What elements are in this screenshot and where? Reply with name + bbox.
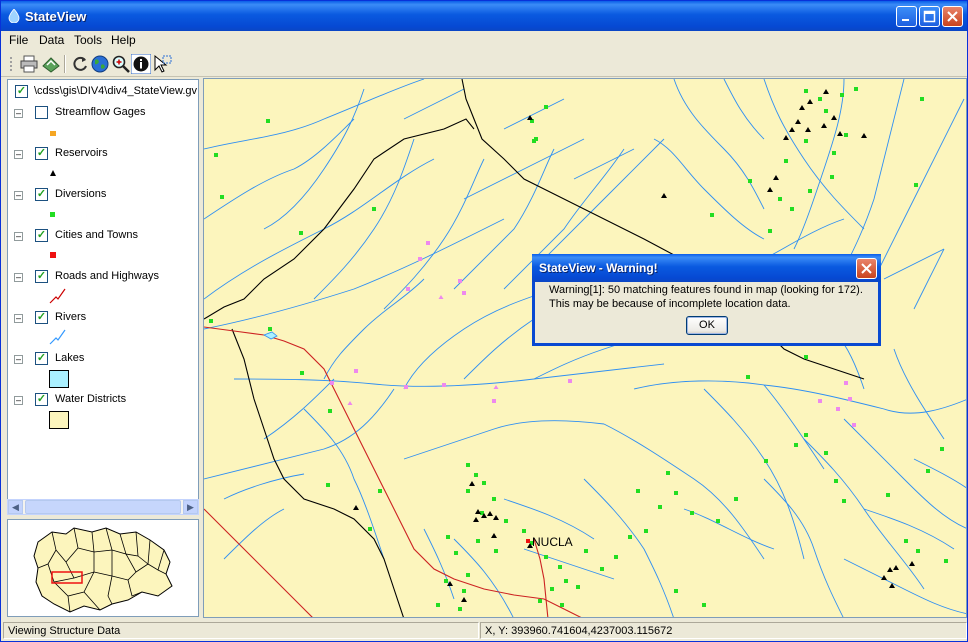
layer-reservoirs[interactable]: – ✓ Reservoirs [8,146,198,162]
scroll-thumb[interactable] [25,500,181,514]
select-icon[interactable] [152,54,172,74]
collapse-toggle[interactable]: – [14,273,23,282]
maximize-button[interactable] [919,6,940,27]
river-symbol [49,329,66,345]
status-bar: Viewing Structure Data X, Y: 393960.7416… [1,620,967,641]
menu-file[interactable]: File [9,33,28,47]
scroll-right-button[interactable]: ▶ [183,500,198,514]
reservoir-symbol [50,170,56,176]
collapse-toggle[interactable]: – [14,109,23,118]
status-message: Viewing Structure Data [3,622,479,639]
layer-label: Diversions [55,188,107,200]
maximize-icon [923,10,936,23]
root-path: \cdss\gis\DIV4\div4_StateView.gv [34,85,198,97]
export-icon[interactable] [41,54,61,74]
window-title: StateView [25,9,87,24]
legend-scrollbar[interactable]: ◀ ▶ [7,499,199,515]
layer-rivers[interactable]: – ✓ Rivers [8,310,198,326]
close-button[interactable] [942,6,963,27]
collapse-toggle[interactable]: – [14,396,23,405]
layer-checkbox[interactable]: ✓ [35,229,48,242]
toolbar [1,51,967,77]
road-symbol [49,288,66,304]
close-icon [861,263,872,274]
ok-button[interactable]: OK [686,316,728,335]
dialog-close-button[interactable] [856,258,877,279]
diversion-points [209,87,948,611]
overview-map[interactable] [7,519,199,617]
layer-label: Roads and Highways [55,270,159,282]
layer-checkbox[interactable]: ✓ [35,393,48,406]
menu-data[interactable]: Data [39,33,64,47]
scroll-left-button[interactable]: ◀ [8,500,23,514]
layer-checkbox[interactable]: ✓ [35,147,48,160]
coordinate-readout: X, Y: 393960.741604,4237003.115672 [480,622,967,639]
legend-root[interactable]: ✓ \cdss\gis\DIV4\div4_StateView.gv [8,84,198,100]
zoom-icon[interactable] [111,54,131,74]
roads-layer [204,326,582,617]
menu-help[interactable]: Help [111,33,136,47]
globe-icon[interactable] [90,54,110,74]
title-bar[interactable]: StateView [1,1,967,31]
river-network [204,79,966,617]
layer-lakes[interactable]: – ✓ Lakes [8,351,198,367]
layer-label: Cities and Towns [55,229,138,241]
layer-label: Reservoirs [55,147,108,159]
dialog-title: StateView - Warning! [539,261,658,275]
info-icon[interactable] [131,54,151,74]
legend-panel: ✓ \cdss\gis\DIV4\div4_StateView.gv – Str… [7,79,199,515]
collapse-toggle[interactable]: – [14,191,23,200]
menu-bar: File Data Tools Help [1,31,967,50]
diversion-symbol [50,212,55,217]
town-label: NUCLA [532,535,573,549]
minimize-icon [902,19,909,21]
layer-water-districts[interactable]: – ✓ Water Districts [8,392,198,408]
collapse-toggle[interactable]: – [14,355,23,364]
print-icon[interactable] [19,54,39,74]
lake-symbol [49,370,69,388]
app-window: StateView File Data Tools Help ✓ \cdss\g… [0,0,968,642]
streamflow-gage-symbol [50,131,56,136]
minimize-button[interactable] [896,6,917,27]
toolbar-grip [10,57,12,71]
map-canvas[interactable]: NUCLA [204,79,967,618]
water-district-symbol [49,411,69,429]
layer-checkbox[interactable]: ✓ [35,188,48,201]
close-icon [947,11,958,22]
warning-dialog: StateView - Warning! Warning[1]: 50 matc… [532,254,881,346]
collapse-toggle[interactable]: – [14,232,23,241]
layer-diversions[interactable]: – ✓ Diversions [8,187,198,203]
collapse-toggle[interactable]: – [14,150,23,159]
layer-label: Water Districts [55,393,127,405]
city-point [526,539,530,543]
layer-label: Lakes [55,352,85,364]
collapse-toggle[interactable]: – [14,314,23,323]
menu-tools[interactable]: Tools [74,33,102,47]
layer-checkbox[interactable]: ✓ [35,270,48,283]
layer-cities-and-towns[interactable]: – ✓ Cities and Towns [8,228,198,244]
refresh-icon[interactable] [70,54,90,74]
water-drop-icon [8,9,20,23]
city-symbol [50,252,56,258]
overview-map-graphic [33,527,173,613]
map-view[interactable]: NUCLA [203,78,967,618]
layer-roads-and-highways[interactable]: – ✓ Roads and Highways [8,269,198,285]
dialog-title-bar[interactable]: StateView - Warning! [532,254,881,282]
layer-checkbox[interactable]: ✓ [35,352,48,365]
layer-label: Streamflow Gages [55,106,146,118]
layer-checkbox[interactable]: ✓ [35,311,48,324]
root-checkbox[interactable]: ✓ [15,85,28,98]
layer-label: Rivers [55,311,87,323]
dialog-message-line1: Warning[1]: 50 matching features found i… [549,284,863,296]
toolbar-separator [64,55,66,73]
layer-checkbox[interactable] [35,106,48,119]
layer-streamflow-gages[interactable]: – Streamflow Gages [8,105,198,121]
dialog-message-line2: This may be because of incomplete locati… [549,298,791,310]
